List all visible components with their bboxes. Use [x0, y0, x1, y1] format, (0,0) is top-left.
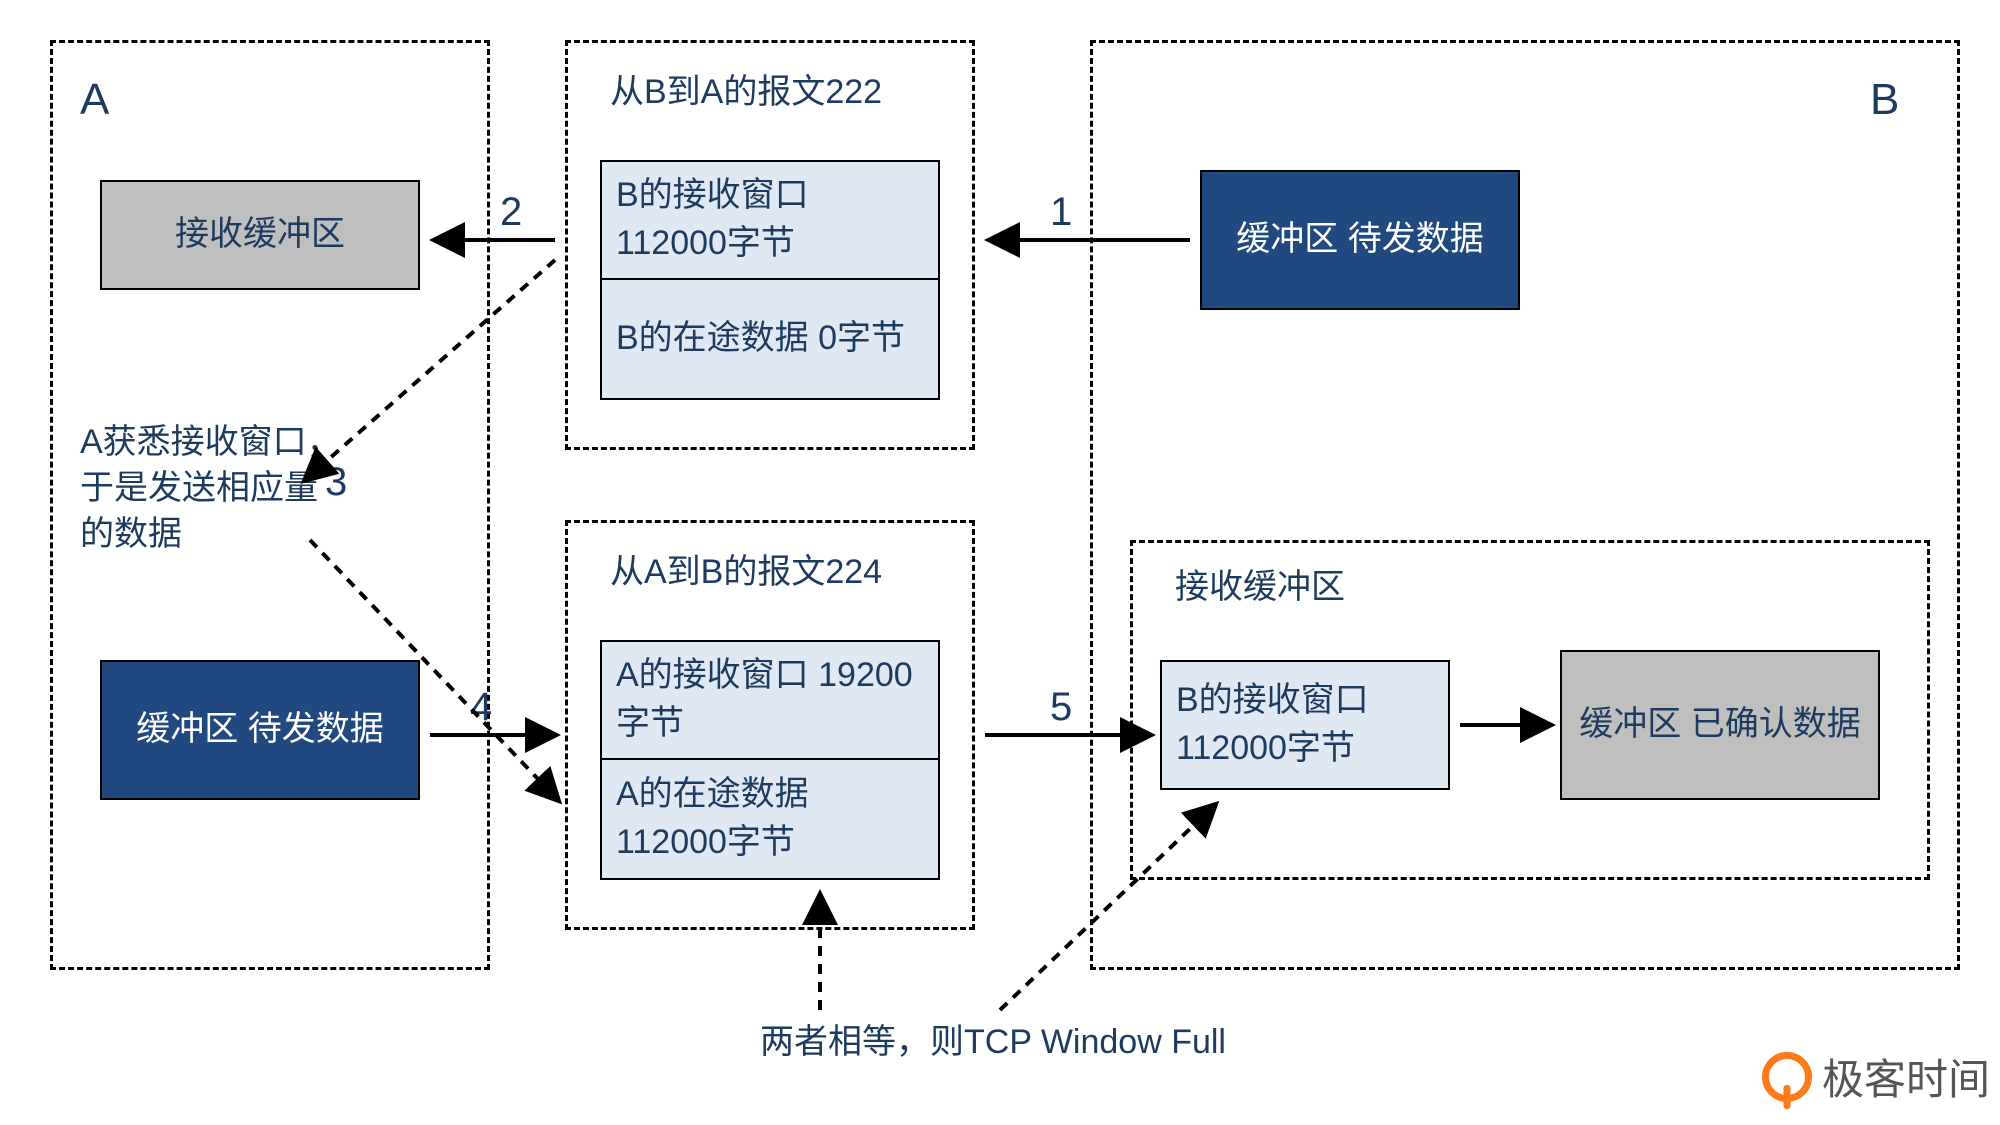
step-4: 4: [470, 685, 492, 730]
host-b-acked-buffer-label: 缓冲区 已确认数据: [1579, 701, 1860, 749]
host-a-title: A: [80, 70, 109, 129]
host-a-recv-buffer: 接收缓冲区: [100, 180, 420, 290]
host-a-send-buffer-label: 缓冲区 待发数据: [136, 706, 383, 754]
watermark: 极客时间: [1762, 1046, 1990, 1107]
step-3: 3: [325, 460, 347, 505]
packet-224-win-label: A的接收窗口 19200字节: [602, 646, 938, 753]
host-b-recv-label: 接收缓冲区: [1175, 565, 1345, 611]
host-a-note: A获悉接收窗口， 于是发送相应量 的数据: [80, 420, 341, 558]
host-b-acked-buffer: 缓冲区 已确认数据: [1560, 650, 1880, 800]
host-b-recv-window-label: B的接收窗口 112000字节: [1162, 671, 1448, 778]
watermark-logo-icon: [1762, 1052, 1812, 1102]
host-b-send-buffer: 缓冲区 待发数据: [1200, 170, 1520, 310]
step-5: 5: [1050, 685, 1072, 730]
packet-224-inflight: A的在途数据 112000字节: [600, 760, 940, 880]
packet-224-win: A的接收窗口 19200字节: [600, 640, 940, 760]
packet-224-inflight-label: A的在途数据 112000字节: [602, 765, 938, 872]
host-a-recv-buffer-label: 接收缓冲区: [175, 211, 345, 259]
packet-222-inflight: B的在途数据 0字节: [600, 280, 940, 400]
diagram-canvas: A 接收缓冲区 A获悉接收窗口， 于是发送相应量 的数据 缓冲区 待发数据 从B…: [0, 0, 2000, 1125]
packet-224-title: 从A到B的报文224: [610, 550, 882, 596]
packet-222-inflight-label: B的在途数据 0字节: [602, 309, 938, 369]
packet-222-title: 从B到A的报文222: [610, 70, 882, 116]
watermark-text: 极客时间: [1822, 1046, 1990, 1107]
host-a-send-buffer: 缓冲区 待发数据: [100, 660, 420, 800]
footer-note: 两者相等，则TCP Window Full: [760, 1020, 1226, 1066]
step-2: 2: [500, 190, 522, 235]
host-b-title: B: [1870, 70, 1899, 129]
packet-222-win-label: B的接收窗口 112000字节: [602, 166, 938, 273]
host-b-recv-window: B的接收窗口 112000字节: [1160, 660, 1450, 790]
step-1: 1: [1050, 190, 1072, 235]
host-b-send-buffer-label: 缓冲区 待发数据: [1236, 216, 1483, 264]
packet-222-win: B的接收窗口 112000字节: [600, 160, 940, 280]
